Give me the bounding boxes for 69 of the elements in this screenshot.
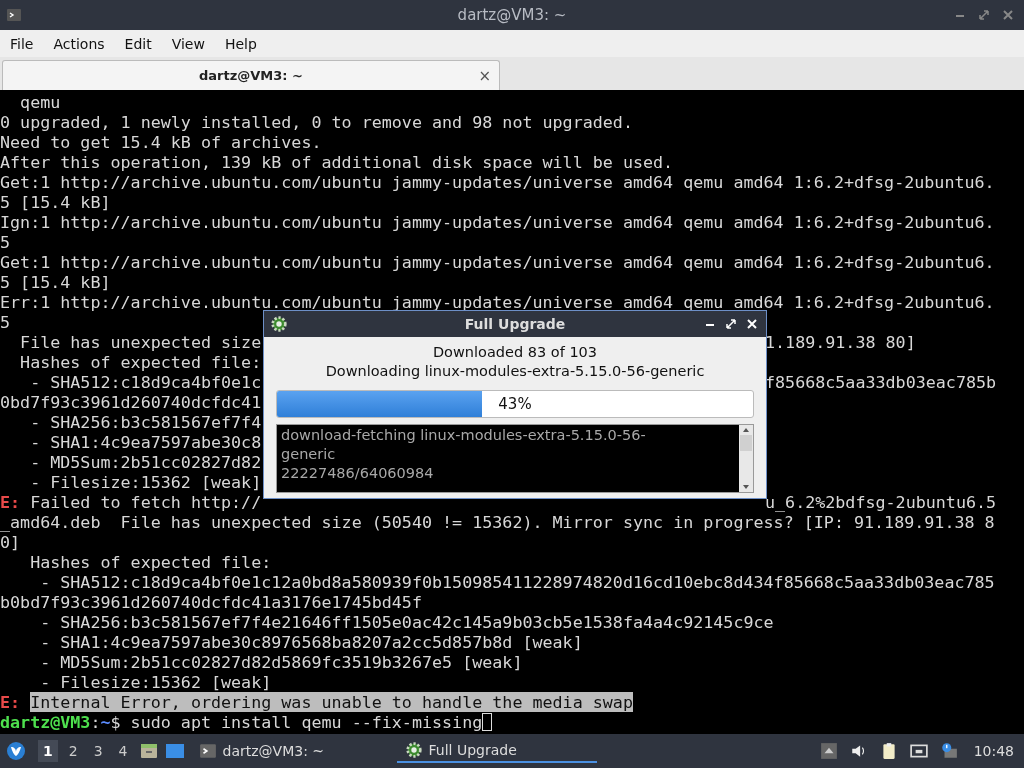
tab-close-button[interactable]: × [478, 66, 491, 85]
log-line: generic [281, 445, 337, 464]
terminal-line: Get:1 http://archive.ubuntu.com/ubuntu jammy-updates/universe amd64 qemu amd64 1:6.2+dfsg-2ubuntu6. [0, 172, 995, 192]
menu-item[interactable]: View [163, 32, 213, 55]
terminal-line: - SHA256:b3c581567ef7f4 [29, 412, 262, 432]
terminal-line: Get:1 http://archive.ubuntu.com/ubuntu jammy-updates/universe amd64 qemu amd64 1:6.2+dfsg-2ubuntu6. [0, 252, 995, 272]
status-text: Downloading linux-modules-extra-5.15.0-56-generic [325, 362, 705, 381]
terminal-line: 5 [15.4 kB] [0, 272, 111, 292]
terminal-line: 5 [15.4 kB] [0, 192, 111, 212]
terminal-line: Need to get 15.4 kB of archives. [0, 132, 322, 152]
window-title: dartz@VM3: ~ [457, 6, 567, 24]
terminal-line: qemu [19, 92, 61, 112]
folder-icon[interactable] [138, 741, 159, 761]
terminal-line: - MD5Sum:2b51cc02827d82 [29, 452, 262, 472]
workspace-button[interactable]: 4 [113, 740, 133, 762]
terminal-tab[interactable]: dartz@VM3: ~ × [2, 60, 500, 90]
terminal-line: - Filesize:15362 [weak] [39, 672, 272, 692]
menu-item[interactable]: Edit [116, 32, 160, 55]
terminal-line: b0bd7f93c3961d260740dcfdc41a3176e1745bd45f [0, 592, 422, 612]
tab-label: dartz@VM3: ~ [199, 68, 303, 83]
terminal-line: - SHA512:c18d9ca4bf0e1c12a0bd8a580939f0b150985411228974820d16cd10ebc8d434f85668c5aa33db03eac785 [39, 572, 995, 592]
taskbar-button[interactable]: dartz@VM3: ~ [190, 739, 391, 763]
terminal-icon [6, 7, 22, 23]
scrollbar[interactable] [739, 425, 753, 492]
clock[interactable]: 10:48 [973, 743, 1014, 759]
terminal-line: Hashes of expected file: [19, 352, 262, 372]
notification-icon[interactable] [939, 742, 958, 760]
terminal-line: E: Internal Error, ordering was unable to handle the media swap [0, 692, 633, 712]
terminal-line: File has unexpected size [19, 332, 262, 352]
terminal-line: - SHA1:4c9ea7597abe30c8976568ba8207a2cc5d857b8d [weak] [39, 632, 583, 652]
terminal-line: - SHA512:c18d9ca4bf0e1c [29, 372, 262, 392]
terminal-line: dartz@VM3:~$ sudo apt install qemu --fix-missing [0, 712, 483, 732]
terminal-line: 5 [0, 232, 11, 252]
menu-item[interactable]: Actions [45, 32, 113, 55]
terminal-line: 0 upgraded, 1 newly installed, 0 to remove and 98 not upgraded. [0, 112, 633, 132]
log-line: download-fetching linux-modules-extra-5.15.0-56- [281, 426, 647, 445]
workspace-button[interactable]: 1 [38, 740, 58, 762]
terminal-line: 0bd7f93c3961d260740dcfdc41 [0, 392, 262, 412]
terminal-line: - SHA256:b3c581567ef7f4e21646ff1505e0ac42c145a9b03cb5e1538fa4a4c92145c9ce [39, 612, 774, 632]
terminal-line: Hashes of expected file: [29, 552, 272, 572]
terminal-line: - MD5Sum:2b51cc02827d82d5869fc3519b3267e5 [weak] [39, 652, 523, 672]
network-icon[interactable] [909, 742, 928, 760]
terminal-line: - SHA1:4c9ea7597abe30c8 [29, 432, 262, 452]
window-icon[interactable] [164, 741, 185, 761]
scrollbar-thumb[interactable] [740, 435, 752, 451]
menu-item[interactable]: Help [216, 32, 265, 55]
terminal-line: 1.189.91.38 80] [765, 332, 916, 352]
taskbar-button[interactable]: Full Upgrade [396, 739, 597, 763]
terminal-line: Err:1 http://archive.ubuntu.com/ubuntu jammy-updates/universe amd64 qemu amd64 1:6.2+dfsg-2ubuntu6. [0, 292, 995, 312]
terminal-line: After this operation, 139 kB of additional disk space will be used. [0, 152, 674, 172]
terminal-line: u_6.2%2bdfsg-2ubuntu6.5 [765, 492, 997, 512]
terminal-line: 0] [0, 532, 21, 552]
start-menu-icon[interactable] [6, 741, 26, 761]
terminal-line: - Filesize:15362 [weak] [29, 472, 262, 492]
terminal-line: Ign:1 http://archive.ubuntu.com/ubuntu jammy-updates/universe amd64 qemu amd64 1:6.2+dfsg-2ubuntu6. [0, 212, 995, 232]
workspace-button[interactable]: 3 [88, 740, 108, 762]
terminal-line: _amd64.deb File has unexpected size (50540 != 15362). Mirror sync in progress? [IP: 91.189.91.38 8 [0, 512, 995, 532]
progress-reading: 43% [498, 395, 532, 413]
menu-item[interactable]: File [2, 32, 42, 55]
workspace-button[interactable]: 2 [63, 740, 83, 762]
log-line: 22227486/64060984 [281, 464, 435, 483]
gear-icon [404, 741, 423, 759]
gear-icon [270, 315, 288, 333]
terminal-line: f85668c5aa33db03eac785b [765, 372, 997, 392]
status-text: Downloaded 83 of 103 [432, 343, 598, 362]
terminal-line: E: Failed to fetch http:// [0, 492, 262, 512]
dialog-title: Full Upgrade [464, 316, 566, 332]
terminal-icon [198, 742, 217, 760]
terminal-line: 5 [0, 312, 11, 332]
